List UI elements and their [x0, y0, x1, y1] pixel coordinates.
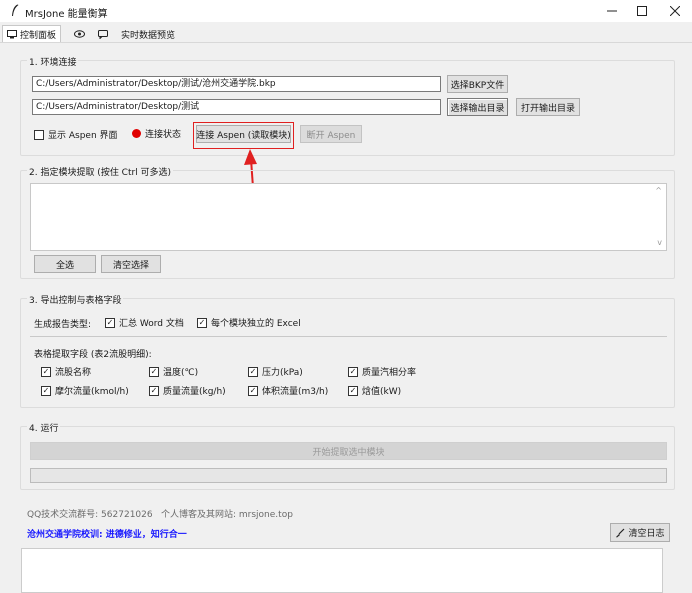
report-type-label: 生成报告类型:: [34, 320, 92, 330]
checkbox-box[interactable]: ✓: [105, 317, 115, 328]
checkbox-label: 体积流量(m3/h): [262, 387, 329, 397]
tab-realtime-preview[interactable]: 实时数据预览: [117, 26, 179, 42]
checkbox-label: 汇总 Word 文档: [119, 319, 184, 329]
progress-bar: [30, 468, 667, 483]
checkbox-label: 质量流量(kg/h): [163, 387, 226, 397]
checkbox-box[interactable]: ✓: [248, 385, 258, 396]
checkbox-box[interactable]: [34, 129, 44, 140]
window-title: MrsJone 能量衡算: [25, 9, 108, 20]
checkbox-box[interactable]: ✓: [248, 366, 258, 377]
excel-report-checkbox[interactable]: ✓ 每个模块独立的 Excel: [197, 316, 301, 329]
checkbox-box[interactable]: ✓: [348, 385, 358, 396]
section-title: 4. 运行: [27, 421, 61, 434]
select-all-button[interactable]: 全选: [34, 255, 96, 273]
connection-status: 连接状态: [132, 127, 181, 140]
status-label: 连接状态: [145, 130, 182, 140]
tab-chat[interactable]: [94, 26, 112, 42]
select-bkp-button[interactable]: 选择BKP文件: [447, 75, 508, 93]
monitor-icon: [7, 29, 17, 38]
tab-bar: 控制面板 实时数据预览: [0, 25, 692, 42]
checkbox-label: 显示 Aspen 界面: [48, 131, 118, 141]
checkbox-box[interactable]: ✓: [149, 366, 159, 377]
eye-icon: [74, 30, 85, 38]
scroll-down-icon[interactable]: v: [657, 238, 662, 247]
select-output-button[interactable]: 选择输出目录: [447, 98, 508, 116]
field-checkbox[interactable]: ✓ 质量汽相分率: [348, 365, 416, 378]
clear-log-button[interactable]: 清空日志: [610, 523, 670, 542]
checkbox-box[interactable]: ✓: [41, 385, 51, 396]
tab-label: 控制面板: [20, 30, 57, 41]
disconnect-aspen-button: 断开 Aspen: [300, 125, 362, 143]
field-checkbox[interactable]: ✓ 压力(kPa): [248, 365, 303, 378]
word-report-checkbox[interactable]: ✓ 汇总 Word 文档: [105, 316, 184, 329]
show-aspen-checkbox[interactable]: 显示 Aspen 界面: [34, 128, 118, 141]
checkbox-box[interactable]: ✓: [348, 366, 358, 377]
log-textarea[interactable]: [21, 548, 663, 593]
close-icon: [670, 6, 680, 16]
maximize-icon: [637, 6, 647, 16]
field-checkbox[interactable]: ✓ 摩尔流量(kmol/h): [41, 384, 129, 397]
checkbox-label: 压力(kPa): [262, 368, 303, 378]
tab-eye[interactable]: [70, 26, 89, 42]
maximize-button[interactable]: [627, 0, 657, 22]
section-title: 2. 指定模块提取 (按住 Ctrl 可多选): [27, 165, 174, 178]
checkbox-label: 质量汽相分率: [362, 368, 417, 378]
status-indicator-icon: [132, 129, 141, 138]
tab-label: 实时数据预览: [121, 30, 176, 41]
start-extract-button[interactable]: 开始提取选中模块: [30, 442, 667, 460]
bkp-path-input[interactable]: C:/Users/Administrator/Desktop/测试/沧州交通学院…: [32, 76, 441, 92]
website-text: 个人博客及其网站: mrsjone.top: [161, 510, 293, 520]
close-button[interactable]: [660, 0, 690, 22]
field-checkbox[interactable]: ✓ 流股名称: [41, 365, 91, 378]
checkbox-box[interactable]: ✓: [149, 385, 159, 396]
section-title: 3. 导出控制与表格字段: [27, 293, 124, 306]
field-checkbox[interactable]: ✓ 焓值(kW): [348, 384, 401, 397]
checkbox-label: 温度(℃): [163, 368, 199, 378]
school-motto: 沧州交通学院校训: 进德修业，知行合一: [27, 530, 187, 540]
feather-icon: [12, 4, 19, 16]
divider: [30, 336, 667, 337]
field-checkbox[interactable]: ✓ 温度(℃): [149, 365, 198, 378]
qq-group-text: QQ技术交流群号: 562721026: [27, 510, 153, 520]
field-checkbox[interactable]: ✓ 体积流量(m3/h): [248, 384, 328, 397]
title-bar: MrsJone 能量衡算: [0, 0, 692, 22]
scroll-up-icon[interactable]: ^: [655, 186, 662, 195]
minimize-icon: [607, 10, 617, 12]
tab-control-panel[interactable]: 控制面板: [2, 25, 62, 42]
open-output-button[interactable]: 打开输出目录: [516, 98, 580, 116]
broom-icon: [616, 528, 625, 537]
clear-selection-button[interactable]: 清空选择: [101, 255, 161, 273]
chat-icon: [98, 29, 108, 39]
output-dir-input[interactable]: C:/Users/Administrator/Desktop/测试: [32, 99, 441, 115]
checkbox-label: 焓值(kW): [362, 387, 402, 397]
field-checkbox[interactable]: ✓ 质量流量(kg/h): [149, 384, 226, 397]
checkbox-box[interactable]: ✓: [197, 317, 207, 328]
checkbox-box[interactable]: ✓: [41, 366, 51, 377]
minimize-button[interactable]: [597, 0, 627, 22]
checkbox-label: 流股名称: [55, 368, 92, 378]
checkbox-label: 每个模块独立的 Excel: [211, 319, 301, 329]
checkbox-label: 摩尔流量(kmol/h): [55, 387, 129, 397]
clear-log-label: 清空日志: [628, 529, 665, 539]
fields-label: 表格提取字段 (表2流股明细):: [34, 350, 152, 360]
annotation-highlight-box: [193, 122, 294, 149]
section-title: 1. 环境连接: [27, 55, 79, 68]
module-listbox[interactable]: ^ v: [30, 183, 667, 251]
